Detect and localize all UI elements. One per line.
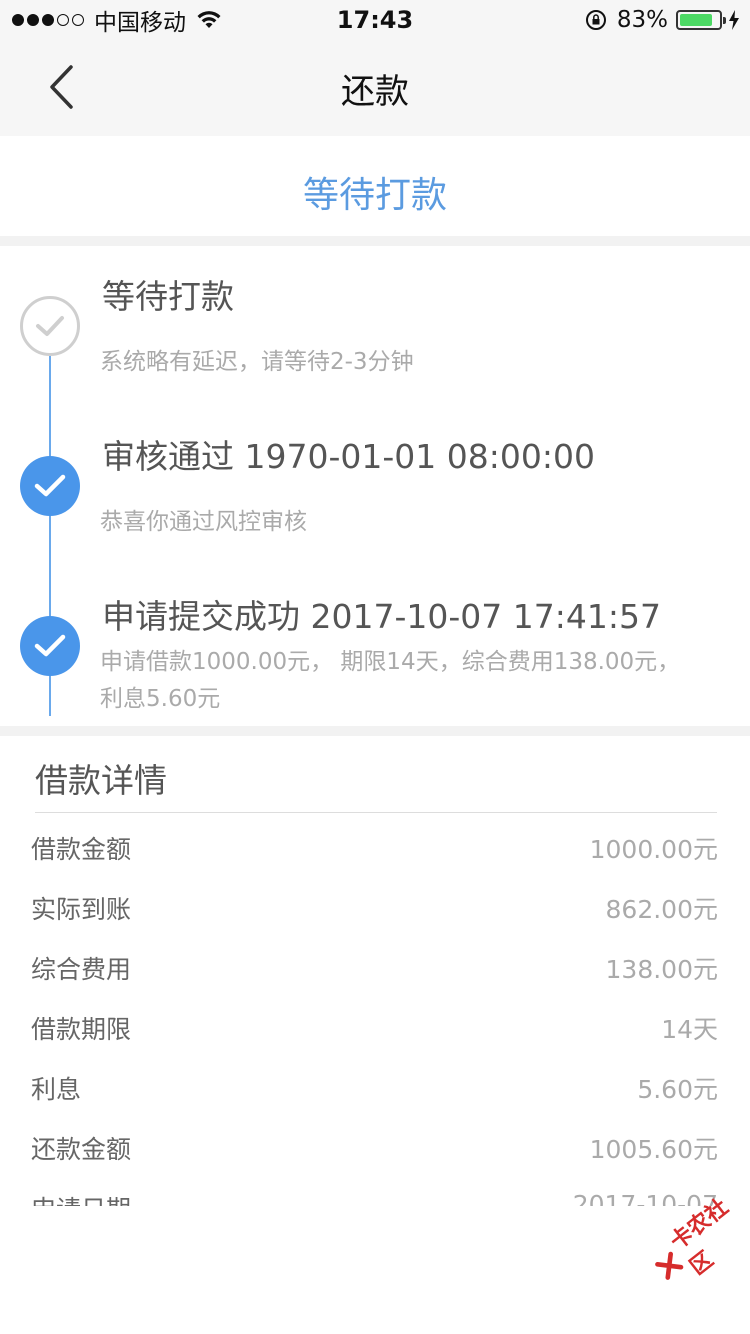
progress-timeline: 等待打款 系统略有延迟，请等待2-3分钟 审核通过 1970-01-01 08:…	[0, 246, 750, 726]
detail-row: 还款金额 1005.60元	[0, 1116, 750, 1176]
detail-label: 实际到账	[31, 895, 132, 924]
detail-value: 14天	[661, 1015, 718, 1044]
detail-label: 申请日期	[31, 1190, 131, 1206]
detail-label: 综合费用	[31, 955, 132, 984]
timeline-node-done	[20, 616, 80, 676]
navigation-bar: 还款	[0, 40, 750, 136]
loan-details: 借款详情 借款金额 1000.00元 实际到账 862.00元 综合费用 138…	[0, 736, 750, 1206]
timeline-node-pending	[20, 296, 80, 356]
bottom-area	[0, 1206, 750, 1334]
detail-value: 862.00元	[605, 895, 718, 924]
page-title: 还款	[341, 72, 409, 112]
section-divider	[0, 726, 750, 736]
detail-row: 利息 5.60元	[0, 1056, 750, 1116]
status-header-text: 等待打款	[302, 175, 447, 216]
detail-label: 利息	[31, 1075, 82, 1104]
check-icon	[36, 316, 64, 336]
check-icon	[34, 634, 66, 657]
timeline-step-title: 申请提交成功 2017-10-07 17:41:57	[102, 597, 661, 636]
detail-value: 1005.60元	[589, 1135, 718, 1164]
detail-label: 借款金额	[31, 835, 132, 864]
timeline-step-desc: 系统略有延迟，请等待2-3分钟	[100, 349, 414, 375]
charging-bolt-icon	[729, 10, 739, 30]
detail-row: 综合费用 138.00元	[0, 936, 750, 996]
detail-value: 5.60元	[637, 1075, 718, 1104]
divider	[35, 812, 717, 813]
battery-icon	[676, 10, 726, 30]
loan-details-title: 借款详情	[35, 761, 167, 800]
status-bar: 中国移动 17:43 83%	[0, 0, 750, 40]
timeline-node-done	[20, 456, 80, 516]
status-bar-right: 83%	[585, 6, 740, 34]
detail-value: 138.00元	[605, 955, 718, 984]
detail-value: 1000.00元	[589, 835, 718, 864]
detail-row: 借款期限 14天	[0, 996, 750, 1056]
battery-percent: 83%	[616, 7, 668, 33]
detail-row: 申请日期 2017-10-07	[0, 1176, 750, 1206]
timeline-step-title: 等待打款	[102, 277, 234, 316]
detail-row: 实际到账 862.00元	[0, 876, 750, 936]
section-divider	[0, 236, 750, 246]
check-icon	[34, 474, 66, 497]
detail-label: 还款金额	[31, 1135, 132, 1164]
status-header: 等待打款	[0, 136, 750, 236]
timeline-step-desc: 申请借款1000.00元， 期限14天，综合费用138.00元，利息5.60元	[100, 649, 681, 712]
timeline-step-title: 审核通过 1970-01-01 08:00:00	[102, 437, 595, 476]
rotation-lock-icon	[585, 10, 606, 30]
detail-label: 借款期限	[31, 1015, 132, 1044]
detail-row: 借款金额 1000.00元	[0, 816, 750, 876]
timeline-step-desc: 恭喜你通过风控审核	[100, 509, 307, 535]
